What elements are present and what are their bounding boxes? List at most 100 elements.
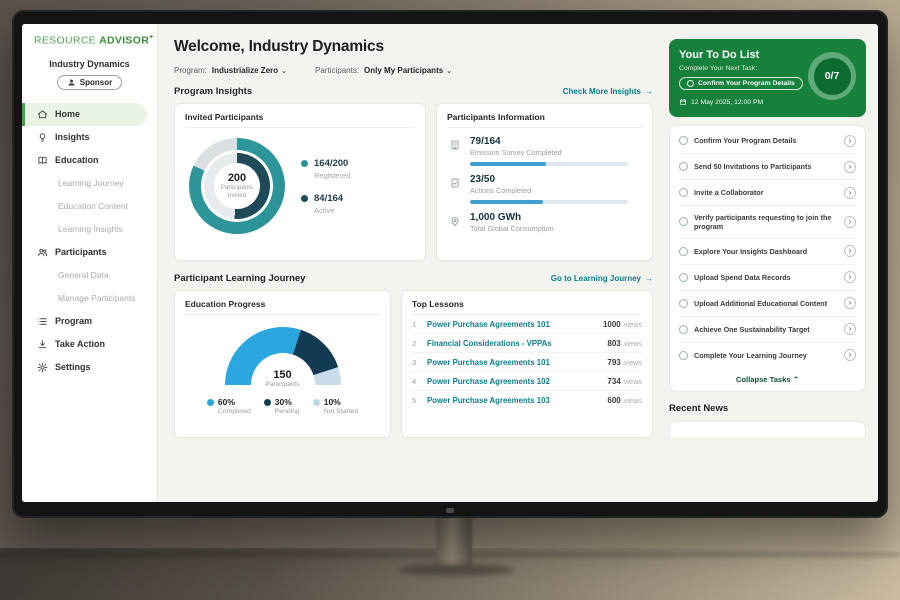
person-icon — [67, 78, 76, 87]
learning-journey-section-header: Participant Learning Journey Go to Learn… — [174, 273, 653, 284]
education-gauge-chart: 150 Participants — [225, 327, 341, 385]
legend-dot-registered — [301, 160, 308, 167]
task-row-upload-educational-content[interactable]: Upload Additional Educational Content › — [679, 291, 856, 317]
task-row-explore-insights[interactable]: Explore Your Insights Dashboard › — [679, 239, 856, 265]
book-icon — [36, 154, 48, 166]
collapse-tasks-link[interactable]: Collapse Tasks ⌃ — [679, 368, 856, 391]
top-lessons-card: Top Lessons 1 Power Purchase Agreements … — [401, 290, 653, 438]
lesson-row: 4 Power Purchase Agreements 102 734 view… — [412, 372, 642, 391]
arrow-right-icon: → — [645, 274, 653, 283]
legend-dot-pending — [264, 399, 271, 406]
top-lessons-title: Top Lessons — [412, 299, 642, 315]
download-action-icon — [36, 338, 48, 350]
list-icon — [36, 315, 48, 327]
chevron-right-icon[interactable]: › — [844, 349, 856, 361]
chevron-right-icon[interactable]: › — [844, 187, 856, 199]
gauge-center-label: Participants — [225, 381, 341, 388]
gear-icon — [36, 361, 48, 373]
task-row-achieve-target[interactable]: Achieve One Sustainability Target › — [679, 317, 856, 343]
org-name: Industry Dynamics — [22, 59, 157, 69]
chevron-right-icon[interactable]: › — [844, 271, 856, 283]
lesson-row: 3 Power Purchase Agreements 101 793 view… — [412, 353, 642, 372]
monitor-bezel: RESOURCE ADVISOR+ Industry Dynamics Spon… — [12, 10, 888, 518]
task-row-invite-collaborator[interactable]: Invite a Collaborator › — [679, 180, 856, 206]
chevron-down-icon: ⌄ — [446, 67, 452, 75]
gauge-center-value: 150 — [225, 369, 341, 381]
map-pin-icon — [449, 214, 462, 227]
chevron-right-icon[interactable]: › — [844, 161, 856, 173]
task-row-send-invitations[interactable]: Send 50 Invitations to Participants › — [679, 154, 856, 180]
todo-tasks-card: Confirm Your Program Details › Send 50 I… — [669, 125, 866, 392]
education-progress-card: Education Progress 150 Participants 60 — [174, 290, 391, 438]
participants-filter-dropdown[interactable]: Only My Participants ⌄ — [364, 66, 452, 75]
page-title: Welcome, Industry Dynamics — [174, 38, 653, 56]
emission-progress-bar — [470, 162, 628, 166]
checkbox-circle-icon[interactable] — [679, 247, 688, 256]
task-row-complete-learning-journey[interactable]: Complete Your Learning Journey › — [679, 343, 856, 368]
participants-filter-label: Participants: — [315, 66, 359, 75]
todo-progress-value: 0/7 — [814, 58, 851, 95]
building-icon — [449, 138, 462, 151]
sidebar-item-manage-participants[interactable]: Manage Participants — [22, 287, 157, 310]
gauge-legend: 60% Completed 30% Pending 10% Not Starte… — [185, 397, 380, 415]
recent-news-card — [669, 421, 866, 437]
sidebar-item-home[interactable]: Home — [22, 103, 147, 126]
program-filter-dropdown[interactable]: Industrialize Zero ⌄ — [212, 66, 287, 75]
checkbox-circle-icon[interactable] — [679, 188, 688, 197]
checkbox-circle-icon[interactable] — [679, 325, 688, 334]
photo-background: RESOURCE ADVISOR+ Industry Dynamics Spon… — [0, 0, 900, 600]
chevron-right-icon[interactable]: › — [844, 135, 856, 147]
chevron-right-icon[interactable]: › — [844, 216, 856, 228]
task-row-confirm-program[interactable]: Confirm Your Program Details › — [679, 128, 856, 154]
check-more-insights-link[interactable]: Check More Insights → — [563, 87, 653, 96]
legend-item: 60% Completed — [207, 397, 251, 415]
chevron-right-icon[interactable]: › — [844, 297, 856, 309]
donut-center-value: 200 — [228, 172, 246, 184]
dashboard-screen: RESOURCE ADVISOR+ Industry Dynamics Spon… — [22, 24, 878, 502]
lesson-link[interactable]: Power Purchase Agreements 102 — [427, 377, 607, 386]
checkbox-circle-icon[interactable] — [679, 162, 688, 171]
legend-dot-completed — [207, 399, 214, 406]
sidebar-item-education-content[interactable]: Education Content — [22, 195, 157, 218]
legend-item: 84/164 Active — [301, 193, 350, 215]
sidebar: RESOURCE ADVISOR+ Industry Dynamics Spon… — [22, 24, 158, 502]
task-row-upload-spend-data[interactable]: Upload Spend Data Records › — [679, 265, 856, 291]
sidebar-item-insights[interactable]: Insights — [22, 126, 157, 149]
lightbulb-icon — [36, 131, 48, 143]
sidebar-item-participants[interactable]: Participants — [22, 241, 157, 264]
chevron-right-icon[interactable]: › — [844, 323, 856, 335]
sidebar-item-education[interactable]: Education — [22, 149, 157, 172]
go-to-learning-journey-link[interactable]: Go to Learning Journey → — [551, 274, 653, 283]
next-task-pill[interactable]: Confirm Your Program Details — [679, 77, 803, 90]
sponsor-badge[interactable]: Sponsor — [57, 75, 122, 90]
logo-plus: + — [149, 34, 153, 41]
sidebar-item-program[interactable]: Program — [22, 310, 157, 333]
task-row-verify-participants[interactable]: Verify participants requesting to join t… — [679, 206, 856, 239]
lesson-link[interactable]: Power Purchase Agreements 101 — [427, 358, 607, 367]
lesson-link[interactable]: Power Purchase Agreements 101 — [427, 320, 603, 329]
lesson-row: 1 Power Purchase Agreements 101 1000 vie… — [412, 315, 642, 334]
checkbox-circle-icon[interactable] — [679, 136, 688, 145]
monitor-stand-neck — [436, 516, 472, 566]
sidebar-item-learning-journey[interactable]: Learning Journey — [22, 172, 157, 195]
checkbox-circle-icon[interactable] — [679, 217, 688, 226]
sidebar-item-general-data[interactable]: General Data — [22, 264, 157, 287]
todo-header-card: Your To Do List Complete Your Next Task:… — [669, 39, 866, 117]
lesson-link[interactable]: Financial Considerations - VPPAs — [427, 339, 607, 348]
program-insights-section-header: Program Insights Check More Insights → — [174, 86, 653, 97]
checkbox-circle-icon[interactable] — [679, 299, 688, 308]
logo-text-secondary: ADVISOR — [99, 35, 149, 47]
checkbox-circle-icon — [687, 80, 694, 87]
logo-text-primary: RESOURCE — [34, 35, 96, 47]
monitor-stand-base — [398, 564, 514, 576]
sidebar-item-take-action[interactable]: Take Action — [22, 333, 157, 356]
stat-progress-fill — [470, 200, 543, 204]
sidebar-item-learning-insights[interactable]: Learning Insights — [22, 218, 157, 241]
sidebar-item-settings[interactable]: Settings — [22, 356, 157, 379]
program-filter-value: Industrialize Zero — [212, 66, 278, 75]
checkbox-circle-icon[interactable] — [679, 273, 688, 282]
lesson-link[interactable]: Power Purchase Agreements 103 — [427, 396, 607, 405]
chevron-right-icon[interactable]: › — [844, 245, 856, 257]
checkbox-circle-icon[interactable] — [679, 351, 688, 360]
stat-progress-fill — [470, 162, 546, 166]
